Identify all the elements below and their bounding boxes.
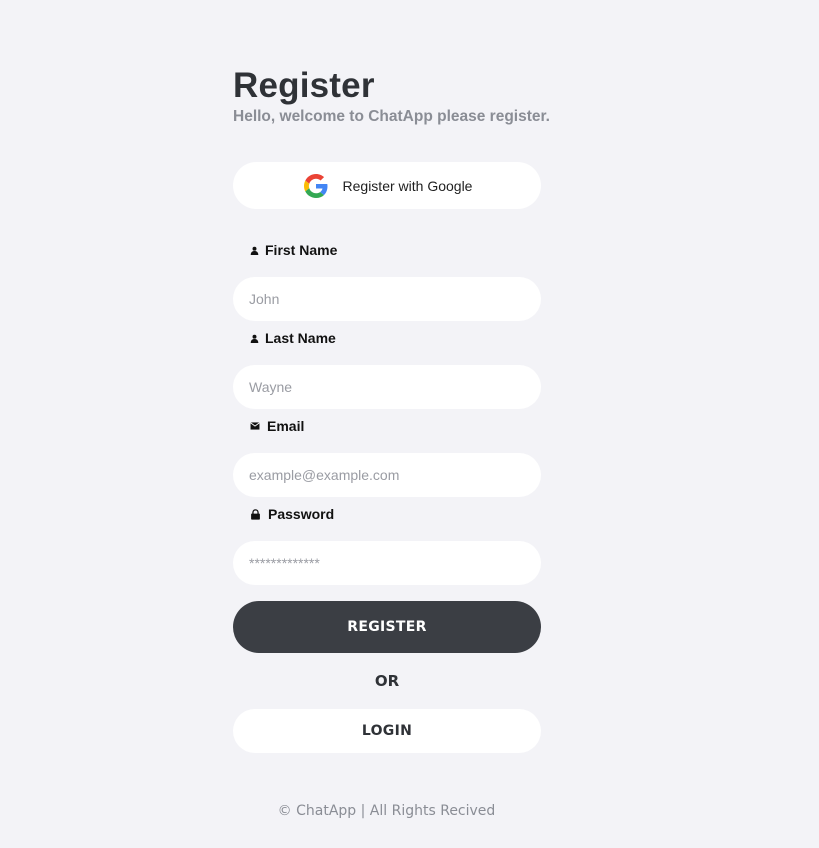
first-name-label: First Name [249,242,337,258]
or-divider: OR [374,672,400,690]
footer: © ChatApp | All Rights Recived [0,802,819,820]
register-with-google-button[interactable]: Register with Google [233,162,541,209]
email-label-text: Email [267,418,305,434]
google-icon [303,173,328,198]
first-name-label-text: First Name [265,242,338,258]
user-icon [249,333,259,343]
page-title: Register [233,66,375,105]
register-page: Register Hello, welcome to ChatApp pleas… [0,0,819,848]
last-name-input[interactable] [233,365,541,409]
user-icon [249,245,259,255]
password-input[interactable] [233,541,541,585]
last-name-label-text: Last Name [265,330,336,346]
password-label-text: Password [268,506,335,522]
first-name-input[interactable] [233,277,541,321]
password-label: Password [249,506,334,522]
lock-icon [249,508,261,520]
page-subtitle: Hello, welcome to ChatApp please registe… [233,108,550,125]
email-label: Email [249,418,304,434]
last-name-label: Last Name [249,330,336,346]
login-button[interactable]: LOGIN [233,709,541,753]
envelope-icon [249,421,260,431]
register-button[interactable]: REGISTER [233,601,541,653]
footer-text: © ChatApp | All Rights Recived [277,803,496,819]
google-button-label: Register with Google [342,177,473,194]
email-input[interactable] [233,453,541,497]
